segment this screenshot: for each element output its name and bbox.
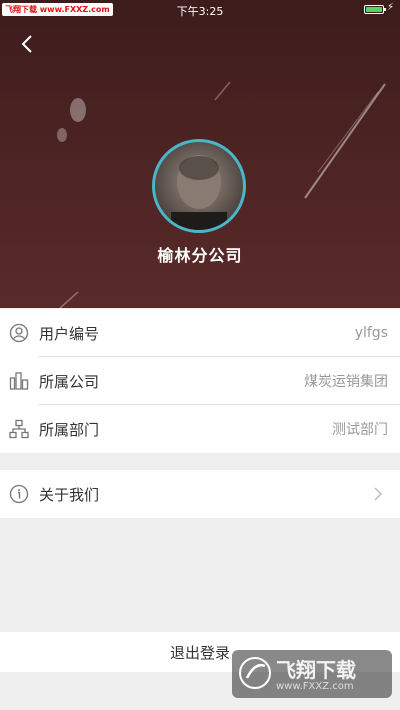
row-value: 煤炭运销集团 <box>304 374 388 390</box>
user-icon <box>9 323 29 343</box>
row-label: 所属部门 <box>39 420 100 439</box>
chevron-right-icon <box>374 487 382 501</box>
avatar[interactable] <box>152 139 246 233</box>
building-icon <box>9 372 29 390</box>
watermark-logo: 飞翔下载 www.FXXZ.com <box>232 650 392 698</box>
about-us-item[interactable]: 关于我们 <box>0 470 400 518</box>
org-chart-icon <box>9 419 29 439</box>
status-bar: 飞翔下载 www.FXXZ.com 下午3:25 ⚡ <box>0 0 400 20</box>
row-value: 测试部门 <box>332 422 388 438</box>
info-icon <box>9 484 29 504</box>
logout-label: 退出登录 <box>169 643 230 662</box>
watermark-title: 飞翔下载 <box>276 658 356 682</box>
about-us-label: 关于我们 <box>39 485 100 504</box>
profile-header: 飞翔下载 www.FXXZ.com 下午3:25 ⚡ 榆林分公司 <box>0 0 400 308</box>
info-row-department: 所属部门 测试部门 <box>0 405 400 453</box>
info-row-user-id: 用户编号 ylfgs <box>0 309 400 357</box>
row-label: 所属公司 <box>39 372 100 391</box>
watermark-url: www.FXXZ.com <box>276 681 354 692</box>
row-label: 用户编号 <box>39 324 100 343</box>
watermark-icon <box>239 657 271 689</box>
charging-icon: ⚡ <box>386 2 394 13</box>
info-section: 用户编号 ylfgs 所属公司 煤炭运销集团 所属部门 测试部门 <box>0 309 400 453</box>
back-button[interactable] <box>16 33 38 55</box>
profile-name: 榆林分公司 <box>157 246 243 265</box>
status-time: 下午3:25 <box>176 5 224 18</box>
row-value: ylfgs <box>354 325 388 341</box>
battery-icon <box>364 5 386 14</box>
about-section: 关于我们 <box>0 470 400 518</box>
info-row-company: 所属公司 煤炭运销集团 <box>0 357 400 405</box>
